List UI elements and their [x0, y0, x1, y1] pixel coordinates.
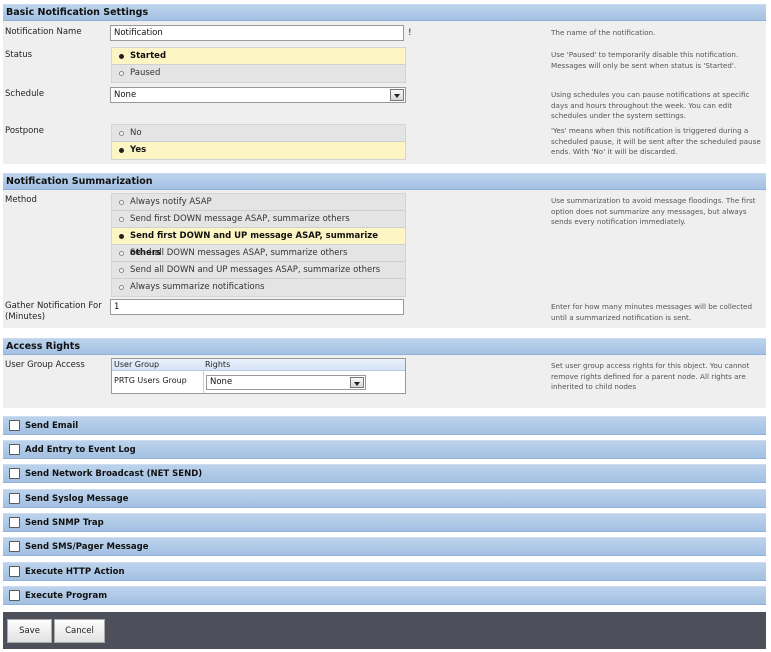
- status-option-started[interactable]: Started: [112, 48, 405, 65]
- postpone-option-yes[interactable]: Yes: [112, 142, 405, 159]
- action-bar-event-log[interactable]: Add Entry to Event Log: [3, 440, 766, 459]
- radio-empty-icon: [119, 268, 124, 273]
- method-help: Use summarization to avoid message flood…: [551, 196, 756, 226]
- user-group-name: PRTG Users Group: [114, 376, 187, 385]
- radio-empty-icon: [119, 285, 124, 290]
- gather-minutes-input[interactable]: 1: [110, 299, 404, 315]
- checkbox[interactable]: [9, 493, 20, 504]
- rights-select[interactable]: None: [206, 375, 366, 390]
- method-radio-group: Always notify ASAP Send first DOWN messa…: [111, 193, 406, 297]
- status-option-paused[interactable]: Paused: [112, 65, 405, 82]
- notification-name-help: The name of the notification.: [551, 28, 656, 37]
- action-label: Send SNMP Trap: [25, 518, 104, 528]
- table-row: PRTG Users Group None: [112, 371, 405, 393]
- dropdown-arrow-icon[interactable]: [390, 89, 404, 101]
- radio-empty-icon: [119, 200, 124, 205]
- action-label: Add Entry to Event Log: [25, 445, 136, 455]
- user-group-table: User Group Rights PRTG Users Group None: [111, 358, 406, 394]
- method-option[interactable]: Send all DOWN and UP messages ASAP, summ…: [112, 262, 405, 279]
- section-title-summarization: Notification Summarization: [6, 176, 153, 187]
- checkbox[interactable]: [9, 420, 20, 431]
- schedule-select[interactable]: None: [110, 87, 406, 103]
- user-group-access-label: User Group Access: [5, 360, 85, 370]
- section-header-access: Access Rights: [3, 338, 766, 355]
- status-help: Use 'Paused' to temporarily disable this…: [551, 50, 739, 70]
- action-bar-syslog[interactable]: Send Syslog Message: [3, 489, 766, 508]
- schedule-help: Using schedules you can pause notificati…: [551, 90, 750, 120]
- action-bar-http-action[interactable]: Execute HTTP Action: [3, 562, 766, 581]
- method-option[interactable]: Always summarize notifications: [112, 279, 405, 296]
- action-bar-execute-program[interactable]: Execute Program: [3, 586, 766, 605]
- postpone-radio-group: No Yes: [111, 124, 406, 160]
- gather-help: Enter for how many minutes messages will…: [551, 302, 753, 322]
- checkbox[interactable]: [9, 517, 20, 528]
- section-header-basic: Basic Notification Settings: [3, 4, 766, 21]
- status-radio-group: Started Paused: [111, 47, 406, 83]
- column-divider: [203, 371, 204, 393]
- radio-empty-icon: [119, 251, 124, 256]
- required-mark: !: [408, 28, 412, 38]
- section-header-summarization: Notification Summarization: [3, 173, 766, 190]
- notification-name-input[interactable]: Notification: [110, 25, 404, 41]
- section-title-basic: Basic Notification Settings: [6, 7, 149, 18]
- access-help: Set user group access rights for this ob…: [551, 361, 750, 391]
- checkbox[interactable]: [9, 468, 20, 479]
- section-title-access: Access Rights: [6, 341, 81, 352]
- schedule-label: Schedule: [5, 89, 45, 99]
- action-label: Execute HTTP Action: [25, 567, 125, 577]
- postpone-label: Postpone: [5, 126, 44, 136]
- form-footer: Save Cancel: [3, 612, 766, 649]
- radio-empty-icon: [119, 71, 124, 76]
- action-bar-send-email[interactable]: Send Email: [3, 416, 766, 435]
- radio-empty-icon: [119, 217, 124, 222]
- postpone-option-no[interactable]: No: [112, 125, 405, 142]
- action-label: Send SMS/Pager Message: [25, 542, 149, 552]
- action-label: Send Syslog Message: [25, 494, 129, 504]
- action-label: Send Network Broadcast (NET SEND): [25, 469, 203, 479]
- action-label: Send Email: [25, 421, 79, 431]
- action-bar-net-send[interactable]: Send Network Broadcast (NET SEND): [3, 464, 766, 483]
- dropdown-arrow-icon[interactable]: [350, 377, 364, 388]
- radio-empty-icon: [119, 131, 124, 136]
- user-group-table-header: User Group Rights: [112, 359, 405, 371]
- radio-selected-icon: [119, 234, 124, 239]
- checkbox[interactable]: [9, 444, 20, 455]
- action-bar-snmp-trap[interactable]: Send SNMP Trap: [3, 513, 766, 532]
- checkbox[interactable]: [9, 590, 20, 601]
- action-label: Execute Program: [25, 591, 108, 601]
- col-user-group: User Group: [114, 360, 160, 369]
- status-label: Status: [5, 50, 33, 60]
- method-option[interactable]: Send first DOWN message ASAP, summarize …: [112, 211, 405, 228]
- notification-name-label: Notification Name: [5, 27, 82, 37]
- cancel-button[interactable]: Cancel: [54, 619, 105, 643]
- col-rights: Rights: [205, 360, 231, 369]
- method-option[interactable]: Always notify ASAP: [112, 194, 405, 211]
- checkbox[interactable]: [9, 541, 20, 552]
- method-option[interactable]: Send all DOWN messages ASAP, summarize o…: [112, 245, 405, 262]
- radio-selected-icon: [119, 54, 124, 59]
- save-button[interactable]: Save: [7, 619, 52, 643]
- gather-label: Gather Notification For (Minutes): [5, 301, 102, 322]
- postpone-help: 'Yes' means when this notification is tr…: [551, 126, 761, 156]
- method-option[interactable]: Send first DOWN and UP message ASAP, sum…: [112, 228, 405, 258]
- method-label: Method: [5, 195, 37, 205]
- checkbox[interactable]: [9, 566, 20, 577]
- action-bar-sms-pager[interactable]: Send SMS/Pager Message: [3, 537, 766, 556]
- radio-selected-icon: [119, 148, 124, 153]
